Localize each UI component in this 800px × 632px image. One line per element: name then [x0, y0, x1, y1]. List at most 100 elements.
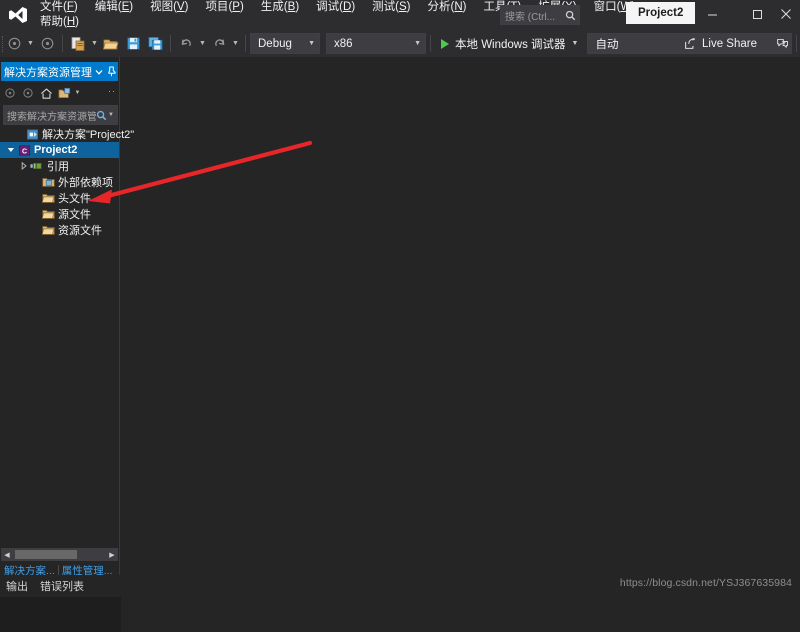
- menu-row-1: 文件(F) 编辑(E) 视图(V) 项目(P) 生成(B) 调试(D) 测试(S…: [30, 0, 635, 15]
- tree-twisty-collapsed-icon[interactable]: [18, 162, 29, 170]
- se-toolbar-overflow[interactable]: ··: [108, 86, 116, 96]
- project-title-tab[interactable]: Project2: [626, 2, 696, 24]
- solution-explorer-panel: 解决方案资源管理器: [0, 57, 134, 577]
- tree-item-source-files[interactable]: 源文件: [0, 206, 119, 222]
- live-share-button[interactable]: Live Share: [679, 33, 762, 54]
- chevron-down-icon[interactable]: ▼: [572, 40, 579, 47]
- standard-toolbar: ▼ ▼ ▼ ▼ Debug ▼ x86 ▼ 本地 Windows 调试器 ▼ 自…: [0, 30, 800, 57]
- scroll-right-arrow[interactable]: ▶: [106, 548, 118, 561]
- watermark-url: https://blog.csdn.net/YSJ367635984: [619, 577, 792, 589]
- menu-file[interactable]: 文件(F): [32, 0, 87, 15]
- references-icon: [29, 160, 45, 172]
- menu-test[interactable]: 测试(S): [364, 0, 419, 15]
- solution-explorer-header: 解决方案资源管理器: [1, 62, 118, 81]
- solution-configuration-value: Debug: [258, 37, 292, 50]
- solution-explorer-search[interactable]: 搜索解决方案资源管 ▼: [3, 105, 118, 125]
- startup-configuration-value: 自动: [595, 38, 619, 51]
- pin-icon: [108, 66, 116, 77]
- home-icon: [40, 87, 52, 99]
- folder-icon: [40, 208, 56, 220]
- folder-icon: [40, 224, 56, 236]
- quick-launch-search[interactable]: 搜索 (Ctrl...: [500, 5, 580, 25]
- solution-explorer-title: 解决方案资源管理器: [4, 66, 92, 79]
- tree-item-resource-files[interactable]: 资源文件: [0, 222, 119, 238]
- menu-edit[interactable]: 编辑(E): [87, 0, 142, 15]
- tree-item-project-label: Project2: [34, 144, 78, 156]
- panel-dropdown-button[interactable]: [92, 68, 105, 76]
- search-icon: [565, 10, 576, 20]
- se-show-all-files-button[interactable]: [55, 84, 73, 102]
- chevron-down-icon[interactable]: ▼: [108, 112, 114, 118]
- tree-item-project[interactable]: C Project2: [0, 142, 119, 158]
- chevron-down-icon: ▼: [414, 40, 421, 47]
- navigate-forward-button[interactable]: [36, 33, 58, 55]
- tree-twisty-expanded-icon[interactable]: [5, 146, 16, 154]
- se-back-button[interactable]: [1, 84, 19, 102]
- tree-item-header-files[interactable]: 头文件: [0, 190, 119, 206]
- new-item-caret[interactable]: ▼: [89, 33, 100, 55]
- play-icon: [441, 38, 449, 49]
- chevron-down-icon: [95, 69, 102, 75]
- menu-analyze[interactable]: 分析(N): [420, 0, 476, 15]
- live-share-icon: [685, 37, 696, 49]
- solution-icon: [24, 128, 40, 141]
- close-icon: [781, 9, 791, 19]
- se-forward-button[interactable]: [19, 84, 37, 102]
- toolbar-separator-3: [245, 35, 246, 52]
- se-show-all-files-caret[interactable]: ▼: [73, 84, 82, 102]
- undo-caret[interactable]: ▼: [197, 33, 208, 55]
- new-item-button[interactable]: [67, 33, 89, 55]
- live-share-label: Live Share: [702, 37, 757, 50]
- menu-debug[interactable]: 调试(D): [308, 0, 364, 15]
- maximize-icon: [753, 9, 762, 19]
- panel-pin-button[interactable]: [105, 66, 118, 77]
- menu-bar: 文件(F) 编辑(E) 视图(V) 项目(P) 生成(B) 调试(D) 测试(S…: [30, 0, 635, 30]
- back-icon: [5, 88, 15, 98]
- redo-icon: [214, 39, 224, 46]
- editor-area-empty: [121, 114, 800, 632]
- menu-project[interactable]: 项目(P): [197, 0, 252, 15]
- tree-item-references[interactable]: 引用: [0, 158, 119, 174]
- scroll-thumb[interactable]: [15, 550, 77, 559]
- menu-view[interactable]: 视图(V): [142, 0, 197, 15]
- save-all-button[interactable]: [144, 33, 166, 55]
- navigate-back-button[interactable]: [3, 33, 25, 55]
- minimize-button[interactable]: [690, 0, 735, 28]
- menu-build[interactable]: 生成(B): [253, 0, 308, 15]
- toolbar-separator-5: [796, 35, 798, 52]
- start-debugging-button[interactable]: 本地 Windows 调试器 ▼: [435, 33, 582, 55]
- send-feedback-button[interactable]: [770, 33, 794, 54]
- bottom-tab-output[interactable]: 输出: [6, 578, 36, 594]
- redo-caret[interactable]: ▼: [230, 33, 241, 55]
- open-folder-icon: [103, 39, 119, 49]
- save-icon: [126, 37, 140, 50]
- quick-launch-placeholder: 搜索 (Ctrl...: [505, 11, 555, 23]
- cpp-project-icon: C: [16, 144, 32, 157]
- scroll-left-arrow[interactable]: ◀: [1, 548, 13, 561]
- forward-icon: [23, 88, 33, 98]
- tree-item-solution-label: 解决方案"Project2": [42, 129, 135, 141]
- menu-row-2: 帮助(H): [30, 15, 500, 30]
- tree-item-external-dependencies-label: 外部依赖项: [58, 177, 113, 189]
- new-file-icon: [71, 36, 85, 51]
- tree-item-resource-files-label: 资源文件: [58, 225, 102, 237]
- save-all-icon: [148, 37, 162, 50]
- navigate-back-icon: [8, 37, 20, 50]
- navigate-back-caret[interactable]: ▼: [25, 33, 36, 55]
- title-bar: 文件(F) 编辑(E) 视图(V) 项目(P) 生成(B) 调试(D) 测试(S…: [0, 0, 800, 30]
- tree-item-solution[interactable]: 解决方案"Project2": [0, 126, 134, 142]
- menu-help[interactable]: 帮助(H): [32, 15, 88, 30]
- close-button[interactable]: [772, 0, 800, 28]
- save-button[interactable]: [122, 33, 144, 55]
- tree-item-external-dependencies[interactable]: 外部依赖项: [0, 174, 119, 190]
- solution-explorer-hscrollbar[interactable]: ◀ ▶: [1, 548, 118, 561]
- undo-button[interactable]: [175, 33, 197, 55]
- se-home-button[interactable]: [37, 84, 55, 102]
- redo-button[interactable]: [208, 33, 230, 55]
- bottom-tab-error-list[interactable]: 错误列表: [40, 578, 92, 594]
- solution-platform-value: x86: [334, 37, 353, 50]
- send-feedback-icon: [776, 38, 788, 48]
- open-file-button[interactable]: [100, 33, 122, 55]
- solution-platform-combo[interactable]: x86 ▼: [326, 33, 426, 54]
- solution-configuration-combo[interactable]: Debug ▼: [250, 33, 320, 54]
